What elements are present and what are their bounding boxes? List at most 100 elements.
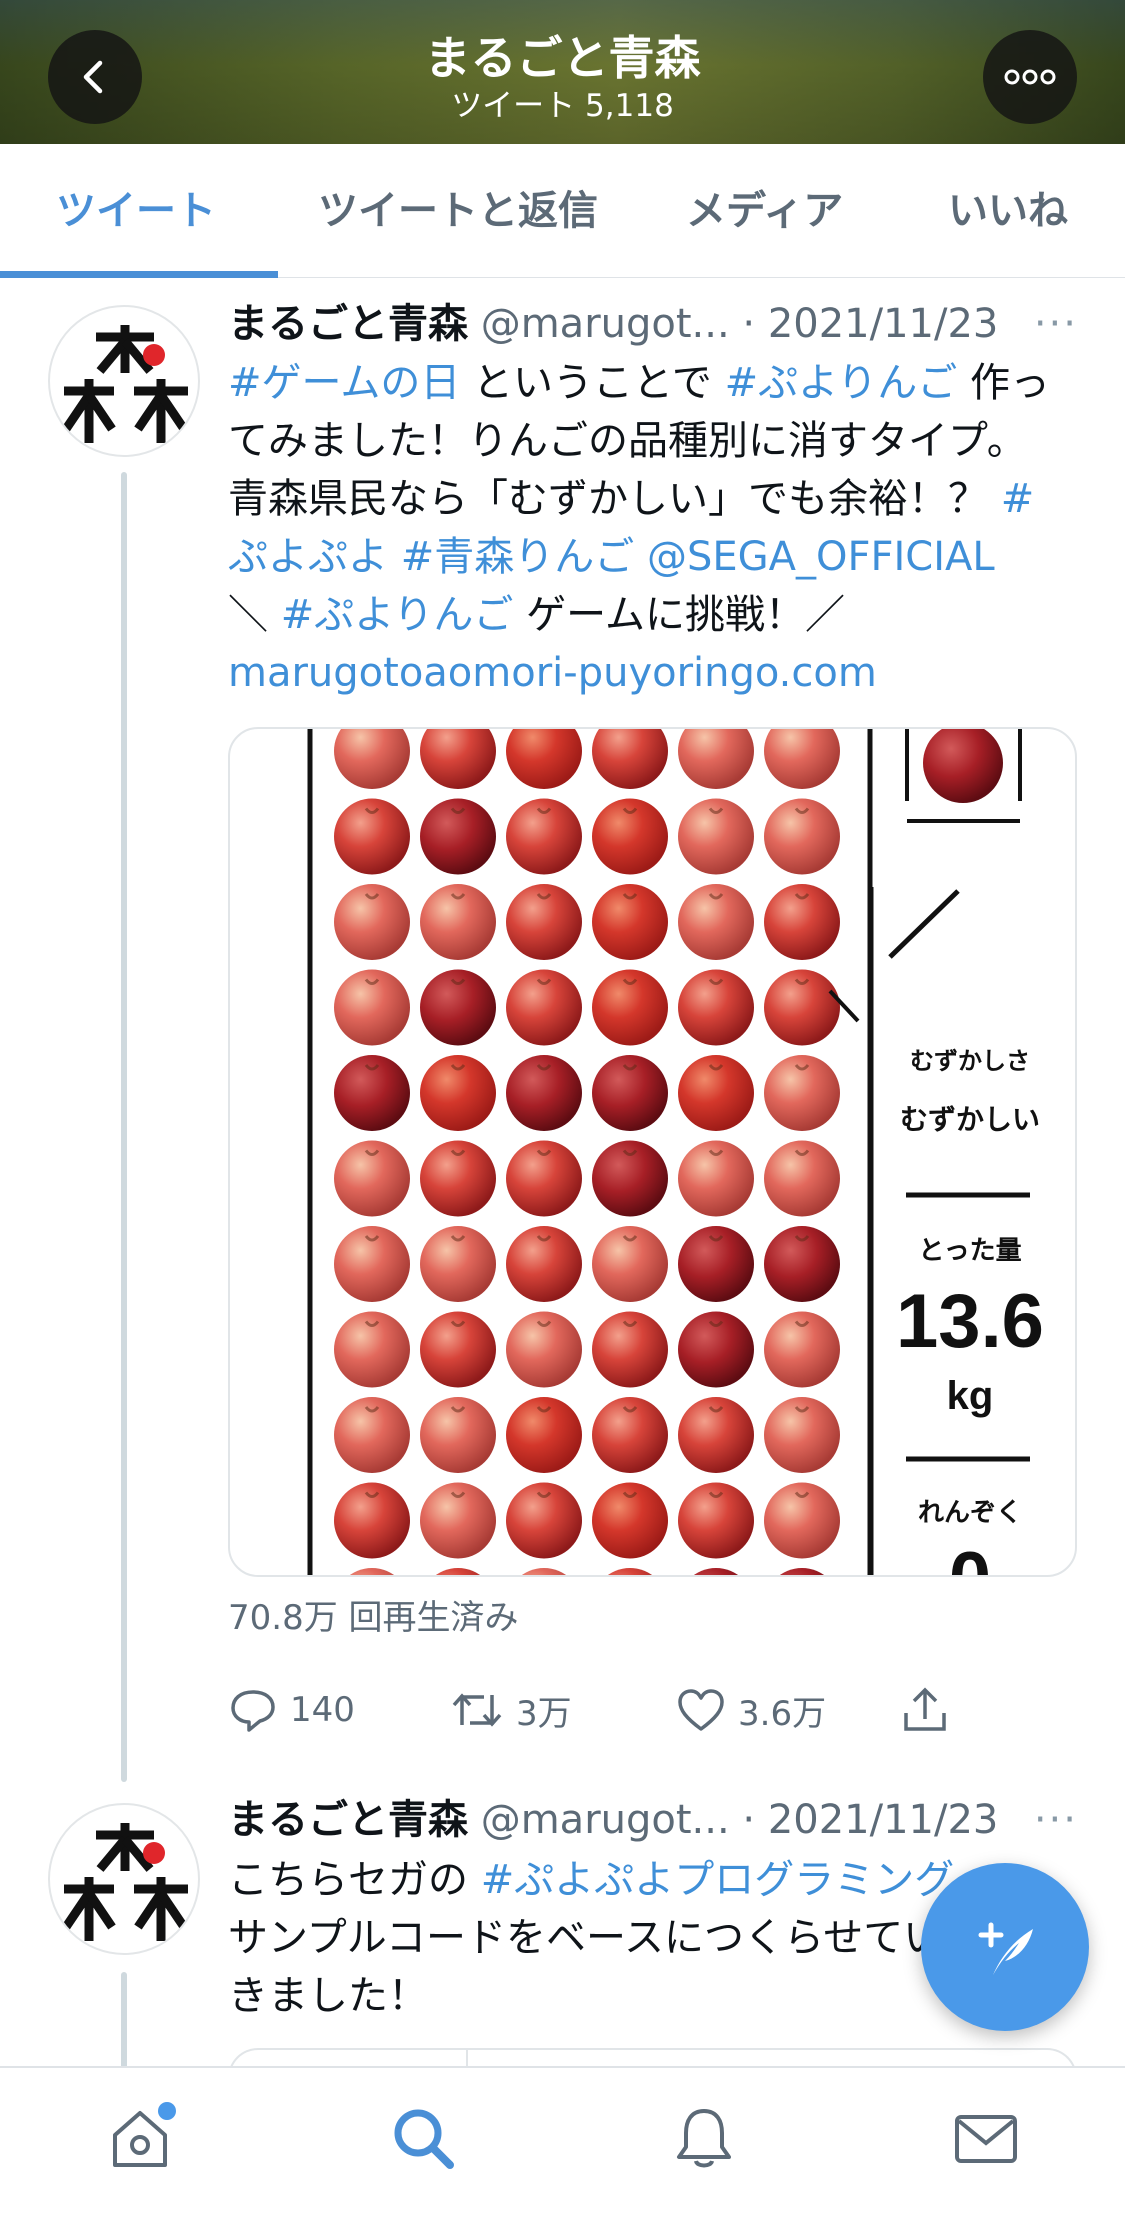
share-button[interactable]	[900, 1675, 950, 1745]
tweet-link[interactable]: @SEGA_OFFICIAL	[647, 534, 995, 580]
amount-value: 13.6	[896, 1279, 1044, 1364]
reply-button[interactable]: 140	[228, 1675, 355, 1745]
amount-unit: kg	[947, 1374, 994, 1418]
amount-label: とった量	[918, 1235, 1021, 1265]
apple-piece	[764, 1482, 840, 1559]
avatar[interactable]	[48, 305, 200, 457]
apple-piece	[764, 969, 840, 1046]
tweet-text-segment: ゲームに挑戦！／	[513, 592, 845, 638]
apple-piece	[506, 1311, 582, 1388]
apple-piece	[436, 1568, 480, 1575]
apple-piece	[764, 798, 840, 875]
author-name[interactable]: まるごと青森	[228, 301, 468, 347]
apple-piece	[506, 969, 582, 1046]
apple-piece	[592, 729, 668, 789]
tweet-header: まるごと青森 @marugot... · 2021/11/23 ···	[228, 1792, 1078, 1848]
apple-piece	[678, 798, 754, 875]
compose-tweet-icon	[978, 1922, 1033, 1975]
apple-piece	[506, 798, 582, 875]
avatar[interactable]	[48, 1803, 200, 1955]
tweet-link[interactable]: #ぷよりんご	[725, 360, 958, 406]
apple-piece	[506, 729, 582, 789]
apple-piece	[420, 884, 496, 960]
tab-tweets[interactable]: ツイート	[56, 144, 216, 278]
retweet-icon	[452, 1693, 502, 1727]
author-name[interactable]: まるごと青森	[228, 1797, 468, 1843]
tweet-link[interactable]: #	[1001, 476, 1035, 522]
thread-line	[121, 1972, 127, 2072]
profile-screen: まるごと青森 ツイート 5,118 ツイート ツイートと返信 メディア いいね	[0, 0, 1125, 2232]
apple-piece	[592, 1482, 668, 1559]
tweet-link[interactable]: #ぷよぷよプログラミング	[481, 1857, 955, 1903]
reply-icon	[231, 1690, 275, 1732]
apple-grid	[334, 729, 840, 1575]
apple-piece	[334, 798, 410, 875]
tweet-text: #ゲームの日 ということで #ぷよりんご 作っ てみました！りんごの品種別に消すタ…	[228, 354, 1078, 702]
more-options-button[interactable]	[983, 30, 1077, 124]
new-content-badge	[158, 2102, 176, 2120]
tweet-link[interactable]: #青森りんご	[401, 534, 635, 580]
apple-piece	[608, 1568, 652, 1575]
apple-piece	[334, 1482, 410, 1559]
apple-piece	[420, 729, 496, 789]
nav-home[interactable]	[100, 2098, 180, 2178]
author-handle[interactable]: @marugot...	[481, 301, 730, 347]
tweet-text-line: ＼ #ぷよりんご ゲームに挑戦！／	[228, 586, 1078, 644]
tweet-text-segment: てみました！りんごの品種別に消すタイプ。	[228, 418, 1027, 464]
author-handle[interactable]: @marugot...	[481, 1797, 730, 1843]
tweet-text-segment	[388, 534, 401, 580]
tab-media[interactable]: メディア	[686, 144, 843, 278]
tweet-link[interactable]: marugotoaomori-puyoringo.com	[228, 650, 877, 696]
apple-piece	[592, 798, 668, 875]
more-dots-icon	[1004, 69, 1056, 85]
tab-likes[interactable]: いいね	[948, 144, 1068, 278]
apple-piece	[334, 729, 410, 789]
apple-piece	[334, 969, 410, 1046]
apple-piece	[592, 1055, 668, 1131]
apple-piece	[334, 884, 410, 960]
tweet-more-button[interactable]: ···	[1034, 296, 1078, 352]
apple-piece	[506, 1482, 582, 1559]
apple-piece	[592, 1140, 668, 1217]
tweet-date[interactable]: · 2021/11/23	[742, 301, 998, 347]
apple-piece	[334, 1140, 410, 1217]
retweet-button[interactable]: 3万	[450, 1675, 572, 1745]
share-icon	[904, 1687, 946, 1731]
apple-piece	[764, 1226, 840, 1302]
chain-label: れんぞく	[918, 1497, 1022, 1527]
like-button[interactable]: 3.6万	[676, 1675, 826, 1745]
tweet-text-segment: きました！	[228, 1973, 428, 2019]
tweet-link[interactable]: #ぷよりんご	[281, 592, 514, 638]
apple-piece	[592, 969, 668, 1046]
nav-notifications[interactable]	[664, 2098, 744, 2178]
view-count: 70.8万 回再生済み	[228, 1598, 519, 1638]
forest-logo-icon	[62, 1823, 188, 1941]
retweet-count: 3万	[516, 1693, 572, 1734]
nav-messages[interactable]	[946, 2098, 1026, 2178]
tweet-link[interactable]: #ゲームの日	[228, 360, 460, 406]
apple-piece	[420, 969, 496, 1046]
apple-piece	[420, 1311, 496, 1388]
difficulty-label: むずかしさ	[910, 1048, 1030, 1075]
bottom-navigation	[0, 2066, 1125, 2232]
profile-tabs: ツイート ツイートと返信 メディア いいね	[0, 144, 1125, 278]
puyo-ringo-game-screen: むずかしさ むずかしい とった量 13.6 kg れんぞく 0	[307, 729, 1044, 1577]
compose-tweet-button[interactable]	[921, 1863, 1089, 2031]
tweet-text-segment: 作っ	[957, 360, 1050, 406]
tweet-link[interactable]: ぷよぷよ	[228, 534, 388, 580]
difficulty-value: むずかしい	[900, 1104, 1040, 1135]
tweet-more-button[interactable]: ···	[1034, 1792, 1078, 1848]
chain-value: 0	[949, 1537, 991, 1577]
tweet-date[interactable]: · 2021/11/23	[742, 1797, 998, 1843]
tab-tweets-and-replies[interactable]: ツイートと返信	[318, 144, 598, 278]
apple-piece	[780, 1568, 824, 1575]
search-icon	[394, 2109, 454, 2169]
tweet-text-segment: こちらセガの	[228, 1857, 481, 1903]
apple-piece	[420, 1055, 496, 1131]
tweet-count: ツイート 5,118	[451, 88, 674, 124]
tweet-media-video[interactable]: むずかしさ むずかしい とった量 13.6 kg れんぞく 0	[228, 727, 1077, 1577]
tweet-text-line: marugotoaomori-puyoringo.com	[228, 644, 1078, 702]
bell-icon	[677, 2109, 731, 2168]
nav-search[interactable]	[383, 2098, 463, 2178]
apple-piece	[420, 1397, 496, 1473]
